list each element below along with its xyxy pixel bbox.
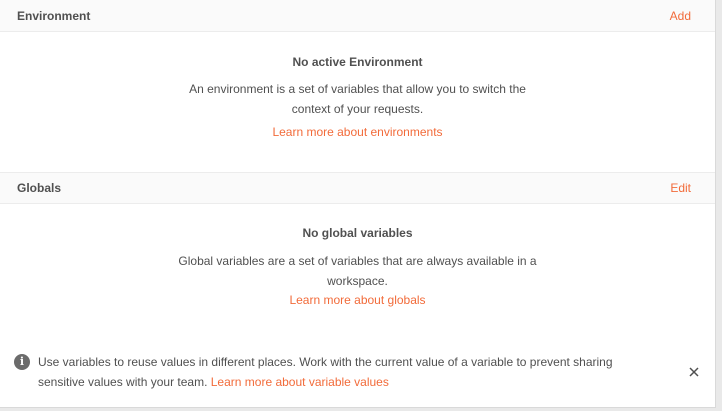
add-environment-button[interactable]: Add [670, 9, 691, 23]
variables-panel: Environment Add No active Environment An… [0, 0, 716, 408]
info-banner: i Use variables to reuse values in diffe… [0, 342, 716, 402]
learn-more-globals-link[interactable]: Learn more about globals [289, 293, 425, 307]
environment-title: Environment [17, 8, 91, 23]
environment-empty-description: An environment is a set of variables tha… [189, 82, 526, 116]
environment-header: Environment Add [0, 0, 715, 32]
learn-more-variable-values-link[interactable]: Learn more about variable values [211, 375, 389, 389]
globals-title: Globals [17, 181, 62, 195]
globals-header: Globals Edit [0, 172, 715, 204]
globals-empty-state: No global variables Global variables are… [0, 204, 715, 312]
environment-empty-title: No active Environment [292, 55, 423, 69]
info-banner-text: Use variables to reuse values in differe… [38, 352, 658, 392]
environment-empty-state: No active Environment An environment is … [0, 32, 715, 172]
globals-empty-description: Global variables are a set of variables … [178, 254, 537, 288]
info-icon: i [14, 354, 30, 370]
edit-globals-button[interactable]: Edit [670, 181, 691, 195]
globals-empty-title: No global variables [302, 226, 413, 240]
learn-more-environments-link[interactable]: Learn more about environments [272, 125, 442, 139]
close-icon[interactable] [684, 362, 704, 382]
